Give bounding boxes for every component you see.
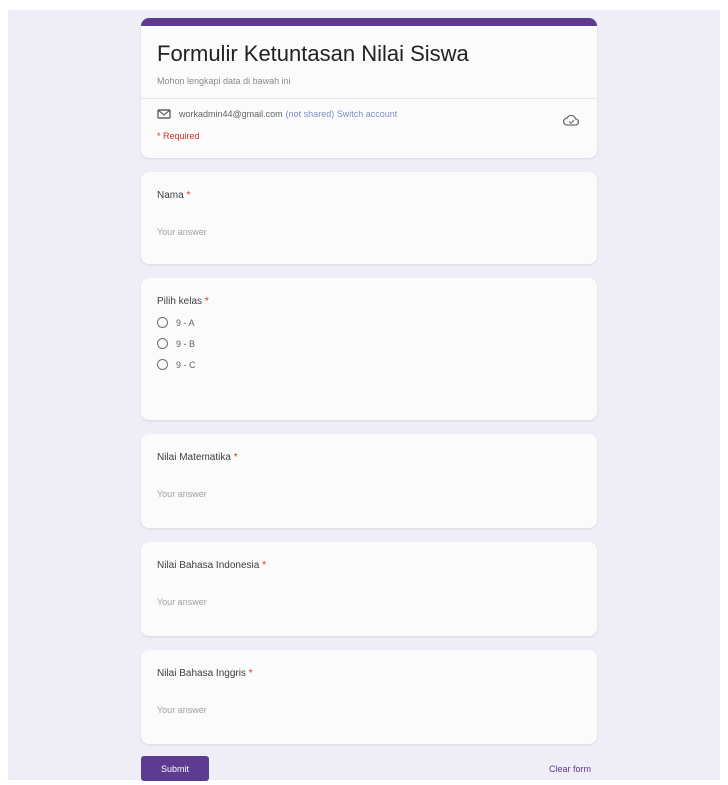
submit-button[interactable]: Submit: [141, 756, 209, 781]
radio-button[interactable]: [157, 317, 168, 328]
question-label: Nilai Bahasa Indonesia *: [157, 560, 581, 571]
question-title: Nilai Matematika: [157, 452, 231, 463]
question-title: Nilai Bahasa Inggris: [157, 668, 246, 679]
radio-option-9a[interactable]: 9 - A: [157, 317, 581, 328]
question-card-bahasa-inggris: Nilai Bahasa Inggris * Your answer: [141, 650, 597, 744]
account-row: workadmin44@gmail.com (not shared) Switc…: [157, 109, 581, 119]
question-card-bahasa-indonesia: Nilai Bahasa Indonesia * Your answer: [141, 542, 597, 636]
account-icon: [157, 109, 171, 119]
radio-label: 9 - A: [176, 317, 195, 328]
bahasa-inggris-answer-input[interactable]: Your answer: [157, 705, 377, 719]
required-star: *: [248, 668, 253, 679]
radio-option-9c[interactable]: 9 - C: [157, 359, 581, 370]
form-header-card: Formulir Ketuntasan Nilai Siswa Mohon le…: [141, 18, 597, 158]
form-footer: Submit Clear form: [141, 756, 597, 782]
form-description: Mohon lengkapi data di bawah ini: [157, 76, 291, 86]
radio-option-9b[interactable]: 9 - B: [157, 338, 581, 349]
question-title: Nilai Bahasa Indonesia: [157, 560, 260, 571]
radio-label: 9 - B: [176, 338, 196, 349]
question-title: Nama: [157, 190, 184, 201]
header-divider: [141, 98, 597, 99]
required-star: *: [233, 452, 238, 463]
question-card-nama: Nama * Your answer: [141, 172, 597, 264]
question-title: Pilih kelas: [157, 296, 203, 307]
required-star: *: [186, 190, 191, 201]
question-label: Nama *: [157, 190, 581, 201]
bahasa-indonesia-answer-input[interactable]: Your answer: [157, 597, 377, 611]
form-column: Formulir Ketuntasan Nilai Siswa Mohon le…: [141, 18, 597, 744]
question-label: Pilih kelas *: [157, 296, 581, 307]
cloud-icon: [563, 114, 579, 126]
clear-form-link[interactable]: Clear form: [549, 764, 591, 774]
radio-label: 9 - C: [176, 359, 196, 370]
form-title: Formulir Ketuntasan Nilai Siswa: [157, 41, 469, 66]
switch-account-link[interactable]: (not shared) Switch account: [286, 109, 398, 119]
required-note: * Required: [157, 131, 200, 141]
name-answer-input[interactable]: Your answer: [157, 227, 377, 241]
question-card-matematika: Nilai Matematika * Your answer: [141, 434, 597, 528]
required-star: *: [262, 560, 266, 571]
radio-button[interactable]: [157, 338, 168, 349]
matematika-answer-input[interactable]: Your answer: [157, 489, 377, 503]
required-star: *: [204, 296, 209, 307]
question-label: Nilai Bahasa Inggris *: [157, 668, 581, 679]
radio-button[interactable]: [157, 359, 168, 370]
account-email: workadmin44@gmail.com: [179, 109, 283, 119]
question-label: Nilai Matematika *: [157, 452, 581, 463]
question-card-kelas: Pilih kelas * 9 - A 9 - B 9 - C: [141, 278, 597, 420]
